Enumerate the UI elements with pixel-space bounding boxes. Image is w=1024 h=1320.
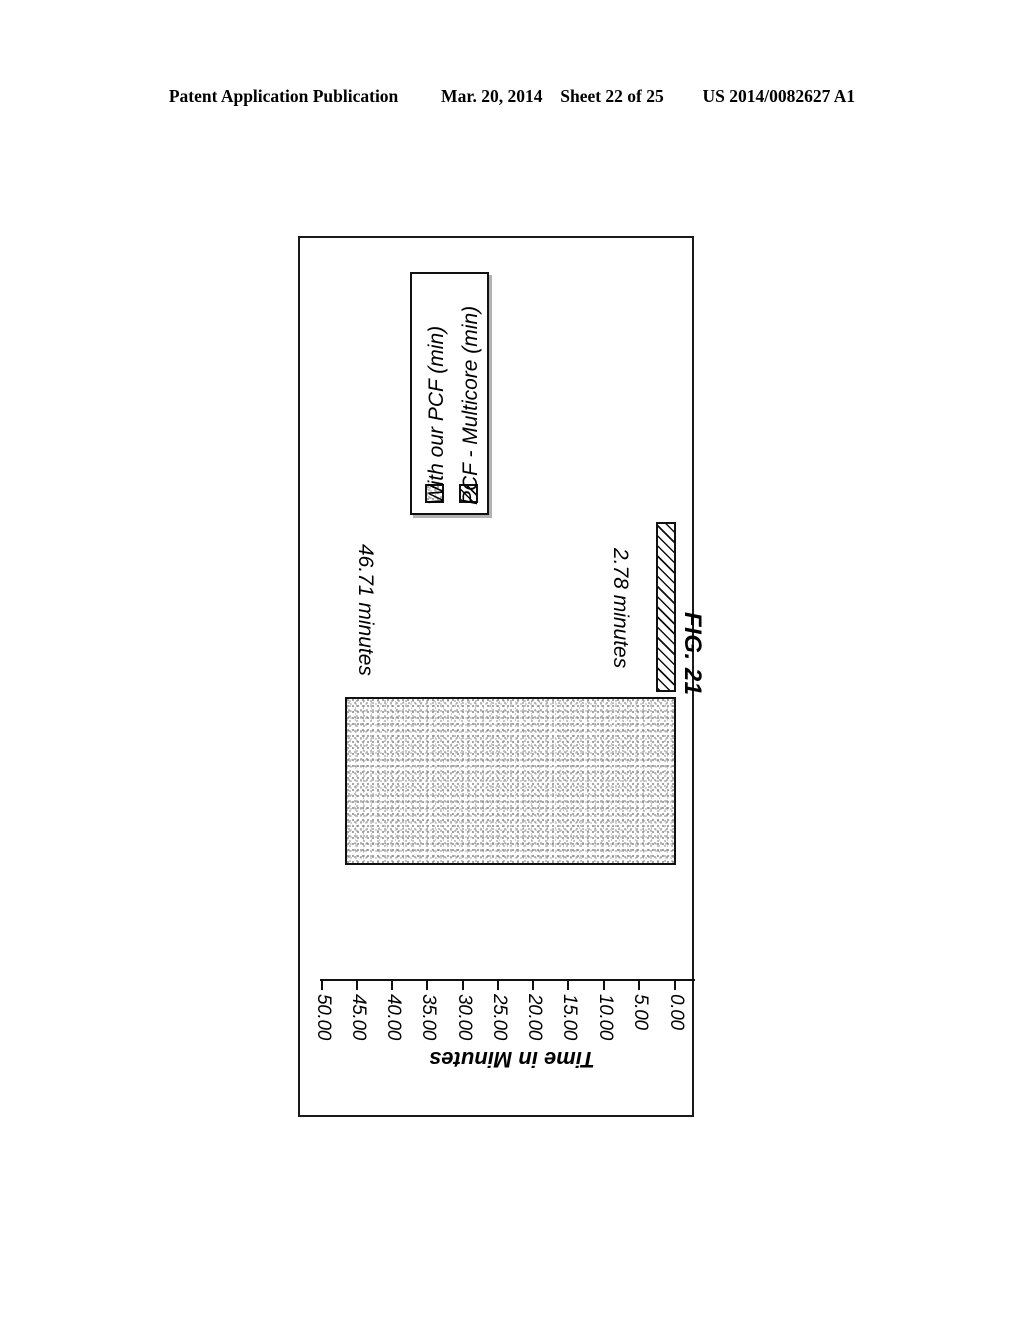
axis-tick-label-0: 0.00 [666, 994, 687, 1030]
chart-legend: With our PCF (min) PCF - Multicore (min) [410, 272, 489, 515]
header-publication-label: Patent Application Publication [168, 86, 399, 106]
patent-header: Patent Application Publication Mar. 20, … [0, 86, 1024, 107]
figure-caption: FIG. 21 [679, 612, 706, 696]
axis-tick-label-40: 40.00 [383, 994, 404, 1041]
axis-tick-8 [603, 979, 605, 990]
axis-tick-label-50: 50.00 [313, 994, 334, 1041]
axis-tick-5 [497, 979, 499, 990]
axis-tick-3 [426, 979, 428, 990]
axis-title: Time in Minutes [429, 1047, 595, 1072]
axis-tick-10 [674, 979, 676, 990]
axis-tick-4 [462, 979, 464, 990]
legend-item-with-our-pcf: With our PCF (min) [419, 275, 453, 507]
header-sheet-label: Sheet 22 of 25 [560, 86, 664, 106]
header-date-label: Mar. 20, 2014 [441, 86, 543, 106]
axis-tick-6 [532, 979, 534, 990]
legend-item-label: With our PCF (min) [425, 325, 448, 505]
axis-tick-label-45: 45.00 [348, 994, 369, 1041]
bar-with-our-pcf [345, 697, 676, 865]
axis-tick-7 [567, 979, 569, 990]
data-label-with-our-pcf: 46.71 minutes [354, 544, 377, 676]
data-label-pcf-multicore: 2.78 minutes [609, 548, 632, 669]
axis-tick-9 [638, 979, 640, 990]
axis-tick-1 [356, 979, 358, 990]
bar-pcf-multicore [656, 522, 676, 692]
legend-item-label: PCF - Multicore (min) [459, 305, 482, 505]
header-patent-number-label: US 2014/0082627 A1 [702, 86, 856, 106]
chart-frame: 46.71 minutes 2.78 minutes 50.00 45.00 4… [298, 236, 695, 1117]
axis-tick-label-5: 5.00 [630, 994, 651, 1030]
plot-area: 46.71 minutes 2.78 minutes 50.00 45.00 4… [300, 238, 695, 1115]
axis-tick-2 [391, 979, 393, 990]
legend-item-pcf-multicore: PCF - Multicore (min) [453, 275, 487, 507]
axis-tick-0 [321, 979, 323, 990]
